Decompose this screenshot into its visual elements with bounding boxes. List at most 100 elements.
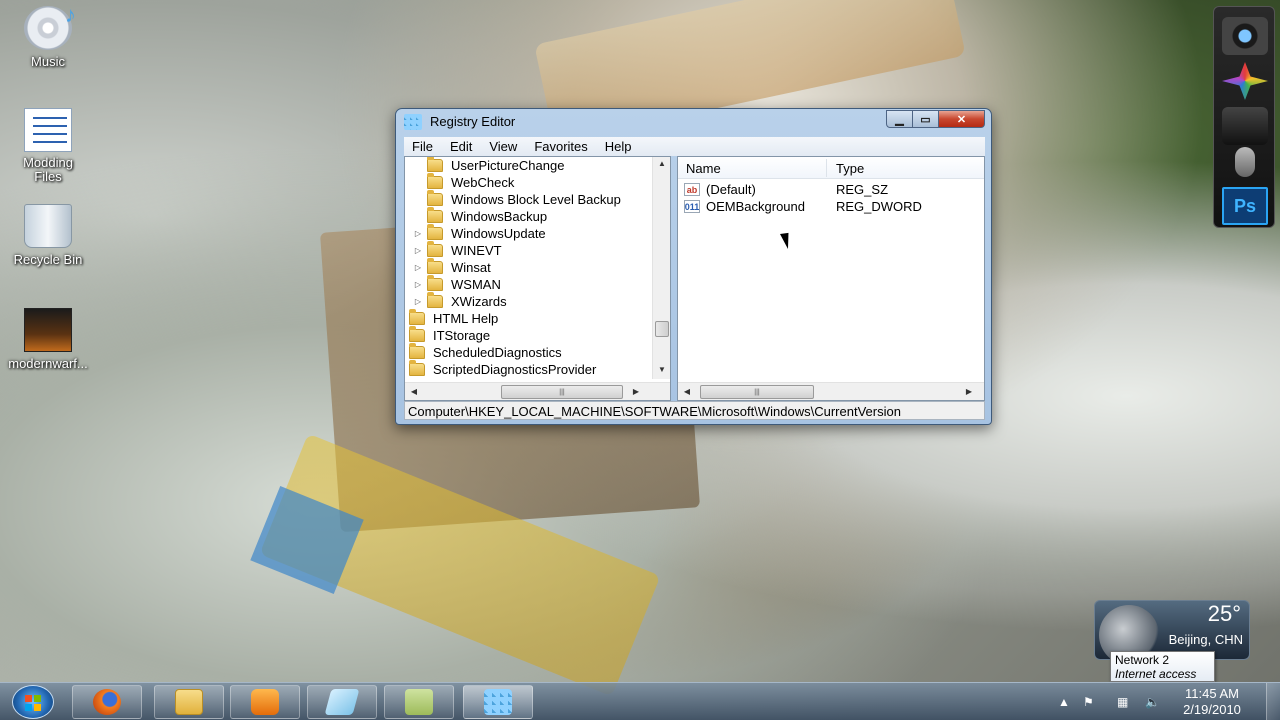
registry-editor-window: Registry Editor ▁ ▭ ✕ File Edit View Fav… [395, 108, 992, 425]
registry-tree: UserPictureChange WebCheck Windows Block… [405, 157, 654, 379]
start-button[interactable] [12, 685, 54, 719]
taskbar-sticky-notes-button[interactable] [384, 685, 454, 719]
photoshop-icon[interactable]: Ps [1222, 187, 1268, 225]
values-horizontal-scrollbar[interactable]: ◀ ||| ▶ [678, 382, 984, 400]
gadget-launcher-bar: Ps [1213, 6, 1275, 228]
desktop-icon-recycle-bin[interactable]: Recycle Bin [0, 204, 96, 267]
folder-icon [409, 309, 425, 325]
tree-item[interactable]: ▷ WINEVT [413, 241, 502, 259]
desktop-icon-modernwarfare[interactable]: modernwarf... [0, 308, 96, 371]
tree-item[interactable]: WindowsBackup [413, 207, 548, 225]
network-icon[interactable]: ▦ [1117, 695, 1128, 709]
tree-item-label: XWizards [451, 294, 507, 309]
action-center-icon[interactable]: ⚑ [1083, 695, 1094, 709]
menu-help[interactable]: Help [597, 139, 641, 154]
desktop-icon-label: Modding Files [23, 155, 73, 184]
desktop-icon-label: Music [31, 54, 65, 69]
folder-icon [409, 343, 425, 359]
scroll-right-arrow-icon[interactable]: ▶ [960, 387, 978, 396]
tree-item[interactable]: ITStorage [405, 326, 490, 344]
tree-vertical-scrollbar[interactable]: ▲ ▼ [652, 157, 670, 379]
expander-arrow-icon[interactable]: ▷ [413, 263, 423, 272]
media-player-icon [251, 689, 279, 715]
menu-edit[interactable]: Edit [442, 139, 481, 154]
dword-value-icon: 011 [684, 200, 700, 213]
tree-item-label: WindowsBackup [451, 209, 548, 224]
column-type-header[interactable]: Type [836, 161, 864, 176]
scrollbar-thumb[interactable]: ||| [700, 385, 814, 399]
microphone-icon[interactable] [1235, 147, 1255, 177]
tree-item[interactable]: WebCheck [413, 173, 514, 191]
value-type: REG_SZ [836, 182, 889, 197]
show-hidden-icons-icon[interactable]: ▲ [1058, 695, 1070, 709]
tree-horizontal-scrollbar[interactable]: ◀ ||| ▶ [405, 382, 670, 400]
show-desktop-button[interactable] [1266, 683, 1280, 720]
tree-item-label: UserPictureChange [451, 158, 565, 173]
document-icon [24, 108, 72, 152]
tree-item[interactable]: HTML Help [405, 309, 499, 327]
status-bar-path: Computer\HKEY_LOCAL_MACHINE\SOFTWARE\Mic… [404, 401, 985, 420]
cd-music-icon [24, 2, 76, 50]
tree-item[interactable]: ▷ WSMAN [413, 275, 501, 293]
taskbar-firefox-button[interactable] [72, 685, 142, 719]
desktop-icon-label: modernwarf... [8, 356, 88, 371]
title-bar[interactable]: Registry Editor ▁ ▭ ✕ [396, 109, 991, 136]
close-button[interactable]: ✕ [939, 110, 985, 128]
tree-item[interactable]: ScriptedDiagnosticsProvider [405, 360, 596, 378]
taskbar-glass-app-button[interactable] [307, 685, 377, 719]
desktop-icon-label: Recycle Bin [13, 252, 83, 267]
tree-item-label: WSMAN [451, 277, 501, 292]
tree-item-label: HTML Help [433, 311, 499, 326]
desktop-icon-music[interactable]: Music [0, 2, 96, 69]
tree-item[interactable]: Windows Block Level Backup [413, 190, 621, 208]
tree-item[interactable]: ▷ XWizards [413, 292, 507, 310]
taskbar: ▲ ⚑ ▦ 🔈 11:45 AM 2/19/2010 [0, 682, 1280, 720]
menu-favorites[interactable]: Favorites [526, 139, 596, 154]
maximize-button[interactable]: ▭ [913, 110, 939, 128]
clock[interactable]: 11:45 AM 2/19/2010 [1174, 686, 1250, 718]
network-tooltip-title: Network 2 [1115, 653, 1170, 667]
value-row[interactable]: 011 OEMBackground REG_DWORD [684, 198, 974, 215]
taskbar-media-player-button[interactable] [230, 685, 300, 719]
value-row[interactable]: ab (Default) REG_SZ [684, 181, 974, 198]
taskbar-explorer-button[interactable] [154, 685, 224, 719]
scroll-up-arrow-icon[interactable]: ▲ [653, 159, 671, 168]
weather-temperature: 25° [1207, 601, 1241, 626]
pinwheel-icon[interactable] [1222, 62, 1268, 100]
close-icon: ✕ [956, 113, 967, 126]
expander-arrow-icon[interactable]: ▷ [413, 246, 423, 255]
tree-item[interactable]: ▷ Winsat [413, 258, 491, 276]
scroll-left-arrow-icon[interactable]: ◀ [678, 387, 696, 396]
scroll-right-arrow-icon[interactable]: ▶ [627, 387, 645, 396]
tree-item[interactable]: ScheduledDiagnostics [405, 343, 562, 361]
registry-tree-pane: UserPictureChange WebCheck Windows Block… [404, 156, 671, 401]
tree-item-label: WindowsUpdate [451, 226, 546, 241]
expander-arrow-icon[interactable]: ▷ [413, 280, 423, 289]
scroll-left-arrow-icon[interactable]: ◀ [405, 387, 423, 396]
column-divider[interactable] [826, 159, 827, 177]
tree-item[interactable]: ▷ WindowsUpdate [413, 224, 546, 242]
minimize-button[interactable]: ▁ [886, 110, 913, 128]
scroll-down-arrow-icon[interactable]: ▼ [653, 365, 671, 374]
column-name-header[interactable]: Name [686, 161, 721, 176]
expander-arrow-icon[interactable]: ▷ [413, 229, 423, 238]
menu-file[interactable]: File [404, 139, 442, 154]
folder-icon [427, 157, 443, 172]
tree-item[interactable]: UserPictureChange [413, 157, 564, 174]
menu-view[interactable]: View [481, 139, 526, 154]
value-name: OEMBackground [706, 199, 805, 214]
taskbar-registry-editor-button[interactable] [463, 685, 533, 719]
values-column-header: Name Type [678, 157, 984, 179]
camcorder-icon[interactable] [1222, 107, 1268, 145]
tree-item-label: Windows Block Level Backup [451, 192, 621, 207]
network-tooltip-subtitle: Internet access [1115, 667, 1197, 681]
webcam-icon[interactable] [1222, 17, 1268, 55]
registry-editor-icon [484, 689, 512, 715]
desktop-icon-modding-files[interactable]: Modding Files [0, 108, 96, 184]
volume-icon[interactable]: 🔈 [1145, 695, 1160, 709]
registry-values-pane: Name Type ab (Default) REG_SZ 011 OEMBac… [677, 156, 985, 401]
expander-arrow-icon[interactable]: ▷ [413, 297, 423, 306]
scrollbar-thumb[interactable]: ||| [501, 385, 623, 399]
scrollbar-thumb[interactable] [655, 321, 669, 337]
folder-icon [409, 360, 425, 376]
